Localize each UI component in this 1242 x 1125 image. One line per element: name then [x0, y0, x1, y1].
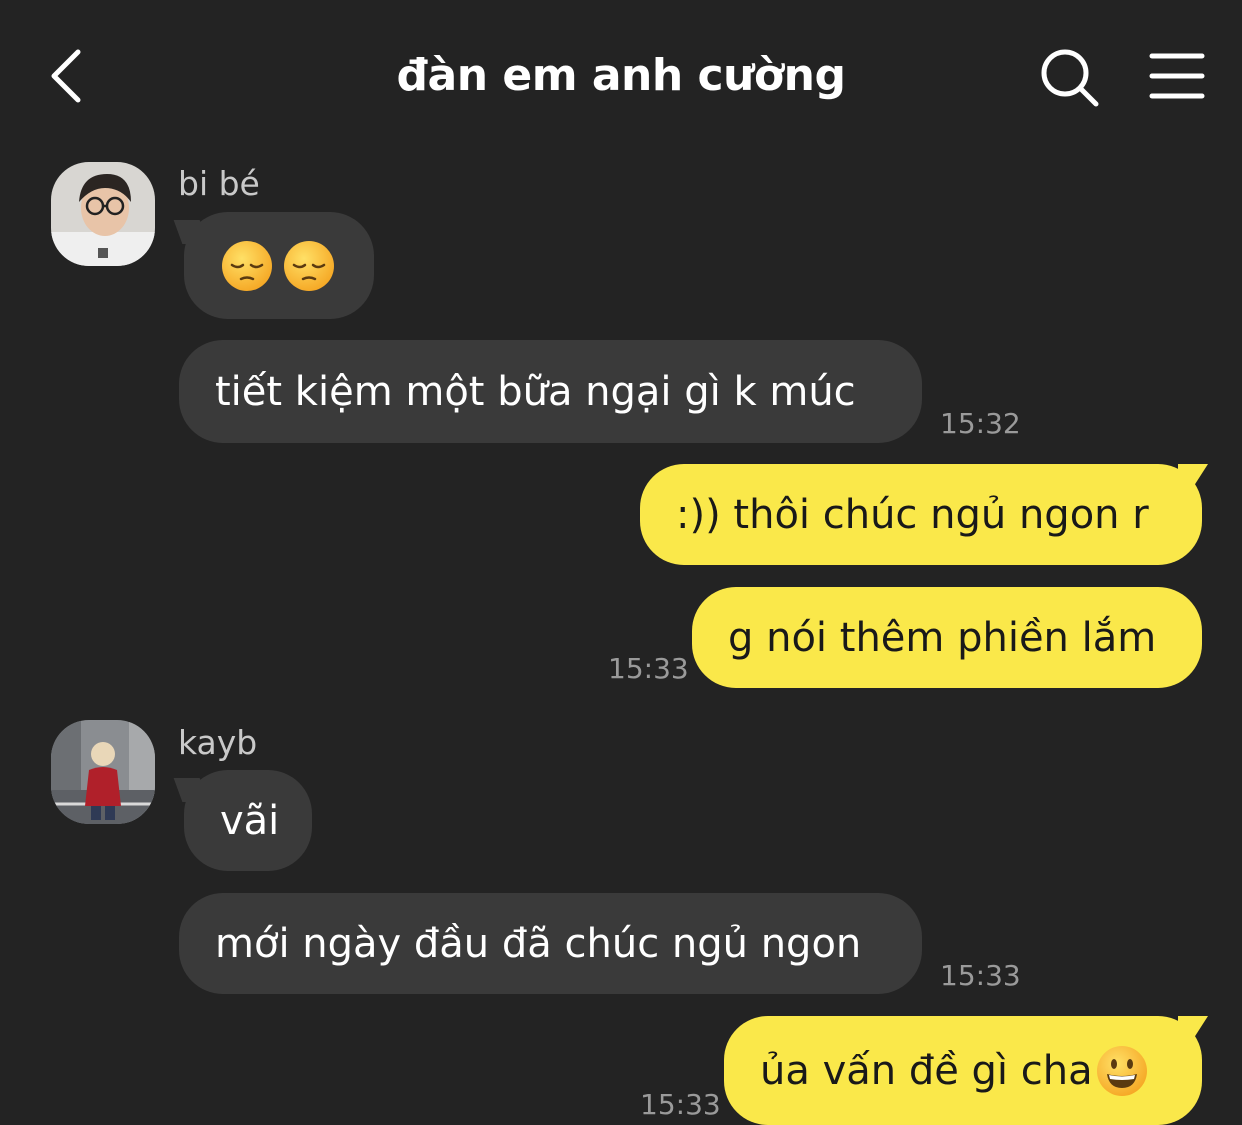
message-timestamp: 15:33 — [940, 959, 1021, 992]
sender-name: bi bé — [178, 164, 260, 203]
pensive-face-emoji-icon — [222, 240, 272, 291]
message-bubble-incoming[interactable] — [184, 212, 374, 319]
profile-photo-icon — [51, 720, 155, 824]
message-text: :)) thôi chúc ngủ ngon r — [676, 491, 1149, 538]
message-timestamp: 15:33 — [640, 1088, 721, 1121]
avatar-bi-be[interactable] — [51, 162, 155, 266]
message-timestamp: 15:32 — [940, 407, 1021, 440]
message-text: tiết kiệm một bữa ngại gì k múc — [215, 368, 856, 415]
search-icon — [1041, 49, 1099, 107]
message-bubble-incoming[interactable]: mới ngày đầu đã chúc ngủ ngon — [179, 893, 922, 994]
profile-photo-icon — [51, 162, 155, 266]
message-text: g nói thêm phiền lắm — [728, 614, 1157, 661]
sender-name: kayb — [178, 723, 258, 762]
message-bubble-incoming[interactable]: tiết kiệm một bữa ngại gì k múc — [179, 340, 922, 443]
message-bubble-incoming[interactable]: vãi — [184, 770, 312, 871]
message-bubble-outgoing[interactable]: g nói thêm phiền lắm — [692, 587, 1202, 688]
pensive-face-emoji-icon — [284, 240, 334, 291]
chat-header: đàn em anh cường — [0, 0, 1242, 150]
message-timestamp: 15:33 — [608, 652, 689, 685]
grinning-face-emoji-icon — [1096, 1045, 1147, 1096]
chat-title: đàn em anh cường — [396, 50, 846, 101]
menu-button[interactable] — [1146, 48, 1208, 104]
hamburger-menu-icon — [1149, 53, 1205, 99]
back-button[interactable] — [40, 40, 100, 110]
message-bubble-outgoing[interactable]: :)) thôi chúc ngủ ngon r — [640, 464, 1202, 565]
message-bubble-outgoing[interactable]: ủa vấn đề gì cha — [724, 1016, 1202, 1125]
chevron-left-icon — [51, 49, 81, 103]
message-text: ủa vấn đề gì cha — [760, 1047, 1093, 1094]
avatar-kayb[interactable] — [51, 720, 155, 824]
message-text: vãi — [220, 797, 280, 844]
chat-screen: đàn em anh cường bi bé tiết kiệm một bữa… — [0, 0, 1242, 1125]
search-button[interactable] — [1036, 44, 1104, 112]
message-text: mới ngày đầu đã chúc ngủ ngon — [215, 920, 862, 967]
